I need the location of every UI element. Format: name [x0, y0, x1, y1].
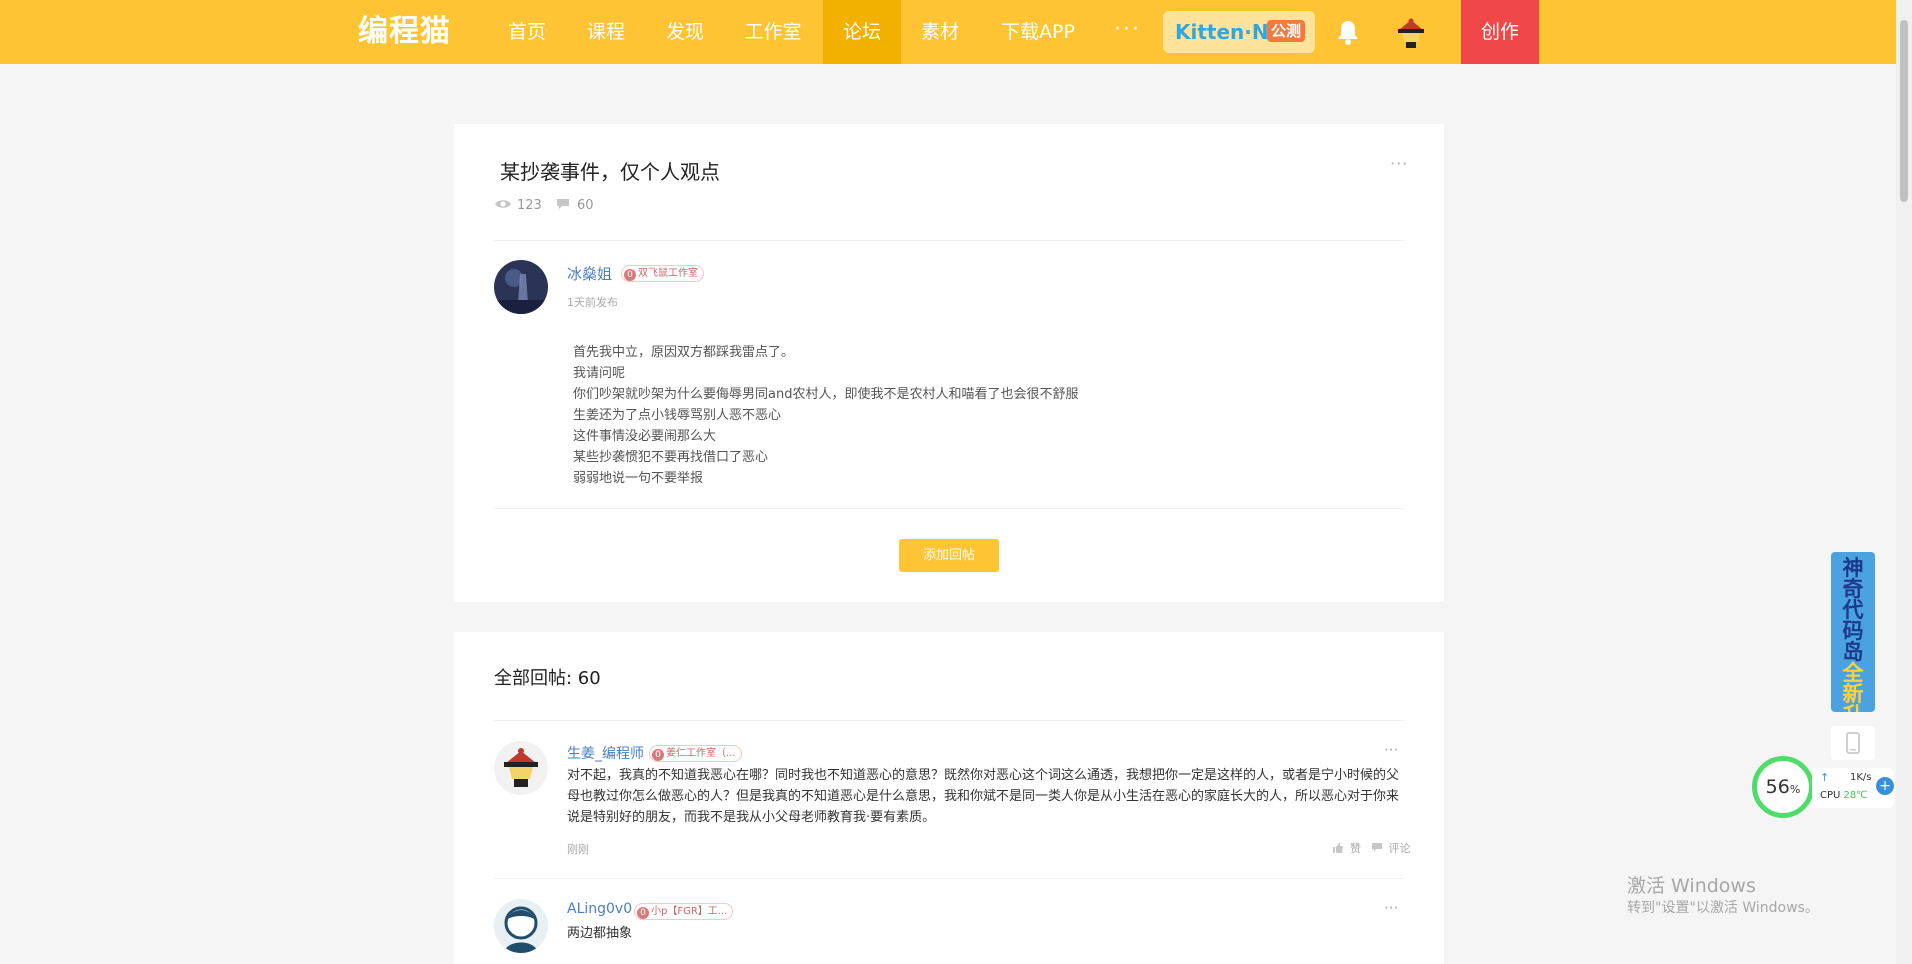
add-reply-button[interactable]: 添加回帖 [899, 539, 999, 572]
level-badge: 0 [624, 269, 636, 281]
author-name[interactable]: 冰燊姐 [567, 263, 612, 284]
cpu-usage-ring: 56% [1752, 756, 1814, 818]
replies-title: 全部回帖: 60 [494, 668, 601, 689]
level-badge: 0 [652, 749, 664, 761]
user-avatar[interactable] [1395, 16, 1427, 50]
eye-icon [495, 200, 511, 208]
bell-icon[interactable] [1335, 18, 1361, 46]
code-island-banner[interactable]: 神奇代码岛全新升级 [1831, 552, 1875, 712]
kitten-n-button[interactable]: Kitten·N 公测 [1163, 11, 1315, 53]
mobile-view-button[interactable] [1831, 726, 1875, 760]
reply-text: 对不起，我真的不知道我恶心在哪？同时我也不知道恶心的意思？既然你对恶心这个词这么… [567, 768, 1400, 825]
replies-card: 全部回帖: 60 生姜_编程师 0 姜仁工作室（... ··· 对不起，我真的不知… [454, 632, 1444, 964]
nav-item-forum[interactable]: 论坛 [823, 0, 901, 64]
comment-count: 60 [556, 196, 594, 216]
reply-actions: 赞 评论 [1326, 840, 1411, 856]
comment-icon [557, 199, 569, 209]
nav-item-materials[interactable]: 素材 [907, 0, 973, 64]
comment-button[interactable]: 评论 [1371, 842, 1411, 855]
divider [494, 878, 1404, 879]
plus-icon[interactable]: + [1876, 777, 1894, 795]
kitten-n-name: Kitten·N [1175, 20, 1269, 44]
nav-item-discover[interactable]: 发现 [652, 0, 718, 64]
cpu-monitor-widget[interactable]: 56% ↑ 1K/s CPU 28℃ + [1752, 756, 1900, 818]
reply-studio-badge[interactable]: 0 小p【FGR】工... [634, 903, 734, 920]
page-scrollbar[interactable] [1896, 0, 1912, 964]
network-speed: 1K/s [1850, 772, 1872, 783]
post-body-line: 某些抄袭惯犯不要再找借口了恶心 [573, 450, 769, 465]
reply-more-options-button[interactable]: ··· [1384, 899, 1398, 917]
thumbs-up-icon [1333, 843, 1343, 853]
reply-avatar[interactable] [494, 899, 548, 953]
post-body-line: 生姜还为了点小钱辱骂别人恶不恶心 [573, 408, 782, 423]
nav-more-button[interactable]: ··· [1114, 0, 1141, 64]
site-logo[interactable]: 编程猫 [358, 12, 451, 52]
post-body-line: 你们吵架就吵架为什么要侮辱男同and农村人，即使我不是农村人和喵看了也会很不舒服 [573, 387, 1079, 402]
post-more-options-button[interactable]: ··· [1390, 154, 1408, 173]
nav-item-home[interactable]: 首页 [494, 0, 560, 64]
nav-item-studio[interactable]: 工作室 [733, 0, 813, 64]
list-item: ALing0v0 0 小p【FGR】工... ··· 两边都抽象 [494, 899, 1404, 964]
reply-time: 刚刚 [567, 843, 589, 856]
like-button[interactable]: 赞 [1332, 842, 1365, 855]
create-button[interactable]: 创作 [1461, 0, 1539, 64]
author-avatar[interactable] [494, 260, 548, 314]
divider [494, 720, 1404, 721]
cpu-temp-readout: CPU 28℃ [1820, 790, 1868, 801]
reply-author-name[interactable]: 生姜_编程师 [567, 743, 644, 763]
reply-studio-badge[interactable]: 0 姜仁工作室（... [649, 745, 742, 762]
banner-text: 神奇代码岛全新升级 [1842, 556, 1864, 713]
post-body: 首先我中立，原因双方都踩我雷点了。 我请问呢 你们吵架就吵架为什么要侮辱男同an… [573, 342, 1078, 489]
post-time: 1天前发布 [567, 296, 618, 309]
reply-more-options-button[interactable]: ··· [1384, 741, 1398, 759]
author-studio-badge[interactable]: 0 双飞鼠工作室 [621, 265, 704, 282]
post-body-line: 这件事情没必要闹那么大 [573, 429, 717, 444]
upload-arrow-icon: ↑ [1820, 771, 1830, 784]
kitten-n-beta-badge: 公测 [1267, 20, 1306, 42]
windows-activation-watermark: 激活 Windows 转到"设置"以激活 Windows。 [1627, 875, 1819, 916]
top-nav-bar: 编程猫 首页 课程 发现 工作室 论坛 素材 下载APP ··· Kitten·… [0, 0, 1896, 64]
divider [494, 508, 1404, 509]
reply-author-name[interactable]: ALing0v0 [567, 901, 632, 917]
post-card: 某抄袭事件，仅个人观点 ··· 123 60 冰燊姐 0 双飞鼠工作室 1天前发布… [454, 124, 1444, 602]
nav-item-download-app[interactable]: 下载APP [990, 0, 1086, 64]
level-badge: 0 [637, 907, 649, 919]
view-count: 123 [494, 196, 542, 216]
phone-icon [1846, 732, 1860, 754]
reply-count: 60 [577, 668, 601, 689]
divider [494, 240, 1404, 241]
reply-text: 两边都抽象 [567, 926, 633, 941]
list-item: 生姜_编程师 0 姜仁工作室（... ··· 对不起，我真的不知道我恶心在哪？同时… [494, 741, 1411, 861]
post-body-line: 弱弱地说一句不要举报 [573, 471, 704, 486]
comment-icon [1371, 843, 1382, 852]
post-body-line: 我请问呢 [573, 366, 626, 381]
post-title: 某抄袭事件，仅个人观点 [500, 160, 720, 184]
scrollbar-thumb[interactable] [1900, 20, 1908, 202]
nav-item-courses[interactable]: 课程 [573, 0, 639, 64]
post-body-line: 首先我中立，原因双方都踩我雷点了。 [573, 345, 795, 360]
reply-avatar[interactable] [494, 741, 548, 795]
